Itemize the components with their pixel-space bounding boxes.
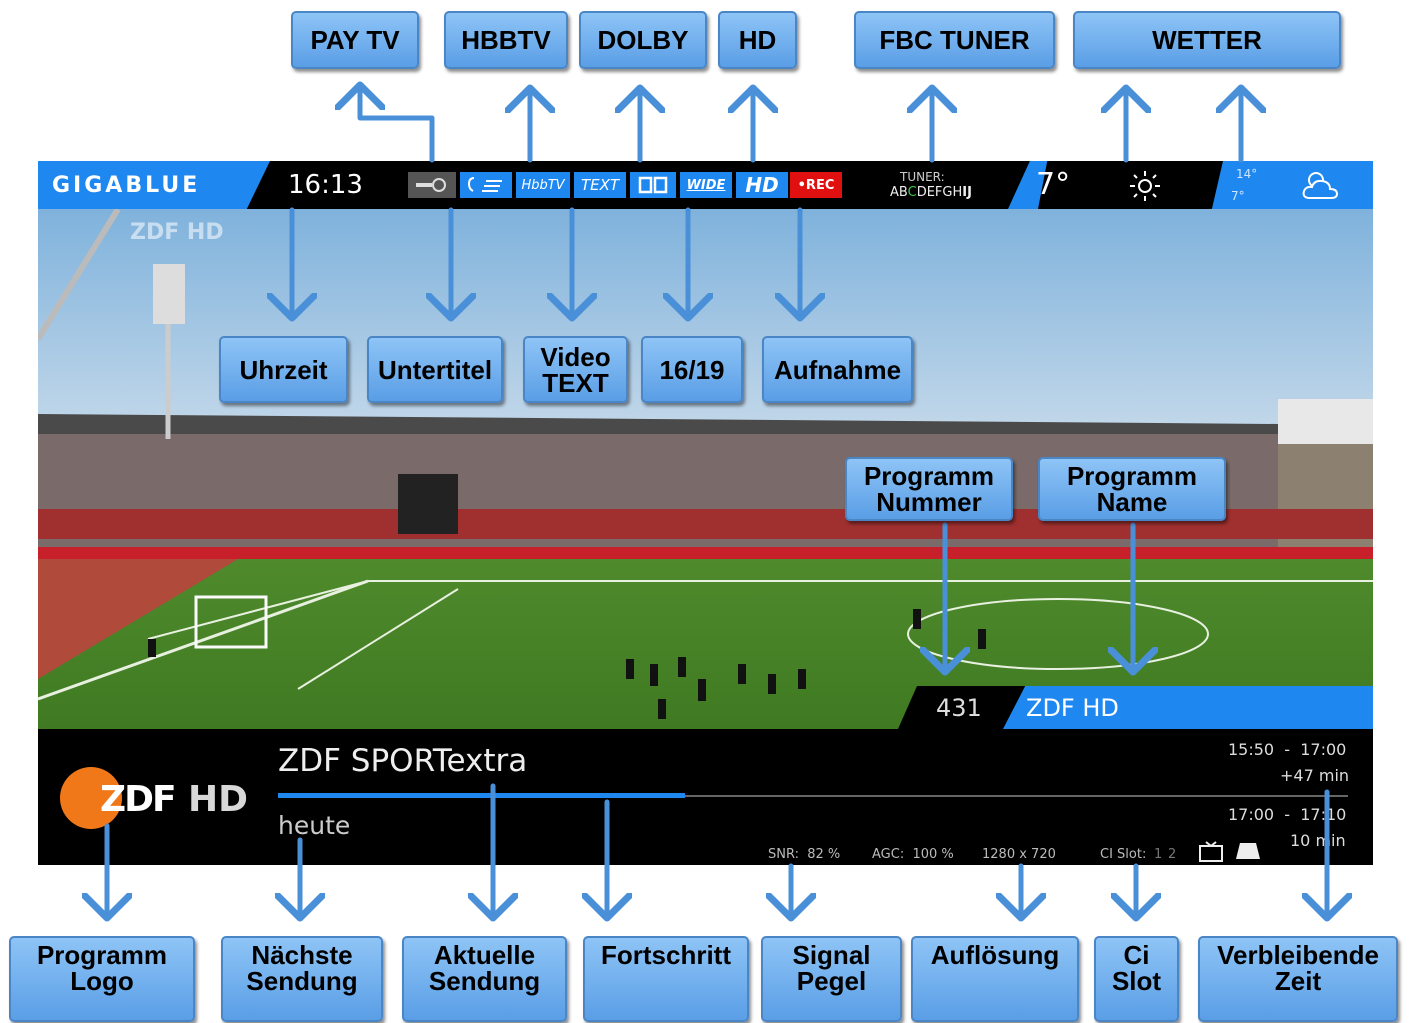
- callout-programm-logo: Programm Logo: [9, 936, 195, 1022]
- clock: 16:13: [288, 170, 363, 200]
- arrow-pay-tv: [360, 85, 435, 163]
- callout-hbbtv: HBBTV: [444, 11, 568, 69]
- callout-pay-tv: PAY TV: [291, 11, 419, 69]
- tuner-letter: J: [967, 185, 972, 200]
- agc-value: AGC: 100 %: [872, 847, 954, 862]
- callout-naechste-sendung: Nächste Sendung: [221, 936, 383, 1022]
- hd-badge: HD: [736, 172, 788, 198]
- callout-aufnahme: Aufnahme: [762, 336, 913, 403]
- sun-icon: [1128, 169, 1162, 207]
- tv-icon: [1198, 841, 1224, 865]
- tuner-letter: E: [926, 185, 935, 200]
- callout-signal-pegel: Signal Pegel: [761, 936, 902, 1022]
- channel-name: ZDF HD: [1026, 694, 1119, 722]
- subtitle-icon: [460, 172, 512, 198]
- current-temperature: 7°: [1036, 167, 1071, 202]
- callout-verbleibende-zeit: Verbleibende Zeit: [1198, 936, 1398, 1022]
- current-show-time: 15:50 - 17:00: [1228, 740, 1347, 759]
- callout-uhrzeit: Uhrzeit: [219, 336, 348, 403]
- current-show-title: ZDF SPORTextra: [278, 743, 528, 779]
- channel-logo-zdf: ZDF: [100, 779, 177, 820]
- tuner-letter: H: [952, 185, 963, 200]
- snr-value: SNR: 82 %: [768, 847, 841, 862]
- tuner-letters: ABCDEFGHIJ: [890, 185, 972, 200]
- hbbtv-badge: HbbTV: [516, 172, 570, 198]
- recording-badge: •REC: [790, 172, 842, 198]
- progress-fill: [278, 793, 685, 798]
- tuner-label: TUNER:: [900, 170, 945, 184]
- next-show-time: 17:00 - 17:10: [1228, 805, 1347, 824]
- channel-watermark: ZDF HD: [130, 220, 224, 245]
- resolution-value: 1280 x 720: [982, 847, 1056, 862]
- callout-video-text: Video TEXT: [523, 336, 628, 403]
- dolby-icon: [630, 172, 676, 198]
- callout-untertitel: Untertitel: [367, 336, 503, 403]
- temp-low: 7°: [1231, 189, 1245, 203]
- callout-fbc-tuner: FBC TUNER: [854, 11, 1055, 69]
- callout-ci-slot: Ci Slot: [1094, 936, 1179, 1022]
- callout-fortschritt: Fortschritt: [583, 936, 749, 1022]
- tuner-letter: D: [916, 185, 927, 200]
- remaining-time: +47 min: [1280, 766, 1350, 785]
- callout-programm-name: Programm Name: [1038, 457, 1226, 521]
- brand-logo: GIGABLUE: [52, 173, 201, 198]
- hdd-icon: [1234, 841, 1262, 865]
- pay-tv-key-icon: [408, 172, 456, 198]
- callout-aufloesung: Auflösung: [911, 936, 1079, 1022]
- tuner-letter: C: [907, 185, 917, 200]
- partly-cloudy-icon: [1298, 166, 1348, 208]
- top-status-bar: GIGABLUE 16:13 HbbTV TEXT WIDE HD •REC T…: [38, 161, 1373, 209]
- callout-ratio: 16/19: [641, 336, 743, 403]
- temp-high: 14°: [1236, 167, 1258, 181]
- epg-info-bar: ZDF HD ZDF SPORTextra heute 15:50 - 17:0…: [38, 729, 1373, 865]
- ci-slot-label: CI Slot:: [1100, 847, 1147, 862]
- tuner-letter: G: [942, 185, 953, 200]
- callout-wetter: WETTER: [1073, 11, 1341, 69]
- channel-number: 431: [936, 694, 982, 722]
- callout-aktuelle-sendung: Aktuelle Sendung: [402, 936, 567, 1022]
- channel-logo-hd: HD: [188, 779, 249, 820]
- next-show-duration: 10 min: [1290, 831, 1346, 850]
- ci-slot-1: 1: [1154, 847, 1163, 862]
- callout-programm-nummer: Programm Nummer: [845, 457, 1013, 521]
- teletext-badge: TEXT: [574, 172, 626, 198]
- tuner-letter: A: [890, 185, 899, 200]
- tuner-letter: B: [898, 185, 908, 200]
- ci-slot-2: 2: [1168, 847, 1177, 862]
- callout-dolby: DOLBY: [579, 11, 707, 69]
- callout-hd: HD: [718, 11, 797, 69]
- next-show-title: heute: [278, 811, 351, 840]
- widescreen-badge: WIDE: [680, 172, 732, 198]
